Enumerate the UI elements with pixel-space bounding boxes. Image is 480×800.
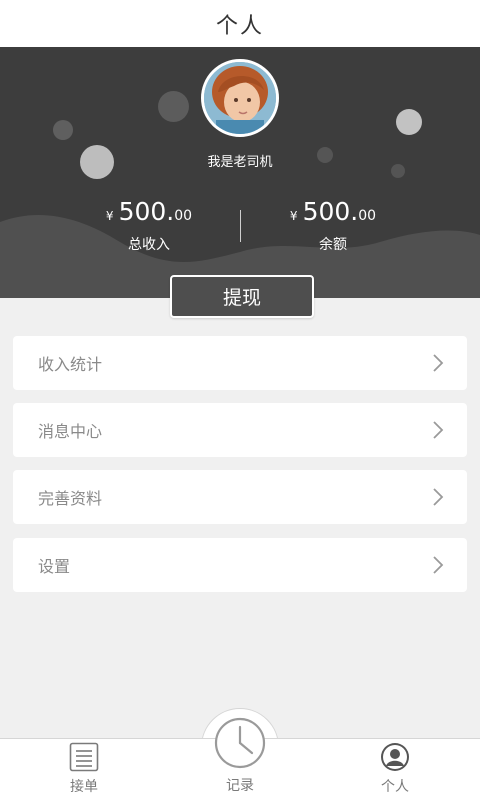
menu-item-complete-profile[interactable]: 完善资料 [13, 470, 467, 524]
chevron-right-icon [433, 488, 444, 506]
chevron-right-icon [433, 421, 444, 439]
stats-divider [240, 210, 241, 242]
amount-integer: 500. [302, 197, 359, 226]
total-income-label: 总收入 [128, 237, 170, 253]
balance-amount: ¥ 500. 00 [253, 197, 413, 226]
nickname: 我是老司机 [207, 155, 273, 170]
tab-profile[interactable]: 个人 [335, 742, 455, 796]
currency-symbol: ¥ [105, 209, 114, 223]
menu-item-label: 消息中心 [38, 422, 103, 441]
withdraw-button[interactable]: 提现 [170, 275, 314, 318]
chevron-right-icon [433, 354, 444, 372]
child-portrait-avatar [204, 62, 276, 134]
balance-stat: ¥ 500. 00 余额 [253, 197, 413, 254]
title-bar: 个人 [0, 0, 480, 47]
balance-label: 余额 [319, 237, 347, 253]
avatar[interactable] [201, 59, 279, 137]
menu-item-message-center[interactable]: 消息中心 [13, 403, 467, 457]
chevron-right-icon [433, 556, 444, 574]
amount-decimal: 00 [358, 208, 377, 224]
decor-bubble [396, 109, 422, 135]
page-title: 个人 [215, 13, 264, 39]
decor-bubble [53, 120, 73, 140]
menu-item-label: 设置 [38, 557, 71, 576]
tab-profile-label: 个人 [381, 779, 409, 795]
currency-symbol: ¥ [289, 209, 298, 223]
menu-item-settings[interactable]: 设置 [13, 538, 467, 592]
profile-header: 我是老司机 ¥ 500. 00 总收入 ¥ 500. 00 余额 [0, 47, 480, 298]
tab-orders-label: 接单 [70, 779, 98, 795]
total-income-amount: ¥ 500. 00 [69, 197, 229, 226]
app-root: 个人 我是老司机 ¥ 500. 00 总收入 ¥ 500. 00 余额 提现 收… [0, 0, 480, 800]
menu-item-income-stats[interactable]: 收入统计 [13, 336, 467, 390]
amount-integer: 500. [118, 197, 175, 226]
menu-item-label: 完善资料 [38, 489, 103, 508]
menu-item-label: 收入统计 [38, 355, 103, 374]
amount-decimal: 00 [174, 208, 193, 224]
tab-orders[interactable]: 接单 [24, 742, 144, 796]
decor-bubble [158, 91, 189, 122]
list-icon [69, 742, 99, 772]
tab-records-label[interactable]: 记录 [200, 775, 280, 795]
total-income-stat: ¥ 500. 00 总收入 [69, 197, 229, 254]
user-icon [381, 743, 409, 771]
clock-icon[interactable] [214, 717, 266, 769]
